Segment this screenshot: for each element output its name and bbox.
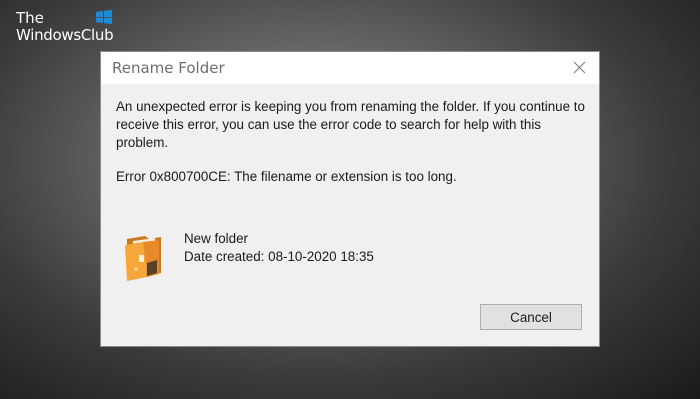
rename-folder-dialog: Rename Folder An unexpected error is kee… xyxy=(101,52,599,346)
watermark-line1: The xyxy=(16,9,44,27)
windows-logo-icon xyxy=(96,10,112,24)
close-icon xyxy=(573,61,586,74)
date-created-value: 08-10-2020 18:35 xyxy=(268,249,374,264)
watermark-line2: WindowsClub xyxy=(16,26,114,44)
dialog-title: Rename Folder xyxy=(112,59,225,77)
cancel-button[interactable]: Cancel xyxy=(480,304,582,330)
error-message: An unexpected error is keeping you from … xyxy=(116,99,585,150)
error-code-text: Error 0x800700CE: The filename or extens… xyxy=(116,169,457,184)
dialog-titlebar[interactable]: Rename Folder xyxy=(101,52,599,84)
watermark: The WindowsClub xyxy=(16,9,116,45)
file-date-created: Date created: 08-10-2020 18:35 xyxy=(184,248,374,266)
folder-icon xyxy=(125,236,161,281)
dialog-body: An unexpected error is keeping you from … xyxy=(101,84,599,346)
close-button[interactable] xyxy=(559,52,599,84)
date-created-label: Date created: xyxy=(184,249,265,264)
file-name: New folder xyxy=(184,231,249,246)
